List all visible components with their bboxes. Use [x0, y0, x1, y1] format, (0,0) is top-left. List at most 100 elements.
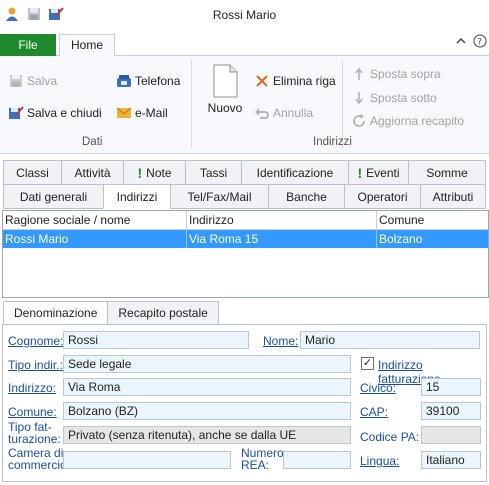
- tab-eventi[interactable]: ! Eventi: [348, 160, 408, 185]
- delete-x-icon: [254, 73, 270, 89]
- tab-somme[interactable]: Somme: [408, 160, 486, 185]
- undo-icon: [254, 105, 270, 121]
- numero-rea-label: Numero REA:: [241, 447, 284, 471]
- mail-icon: [116, 105, 132, 121]
- save-close-icon: [8, 105, 24, 121]
- cognome-label[interactable]: Cognome:: [8, 334, 63, 348]
- new-document-icon: [213, 64, 238, 98]
- aggiorna-recapito-button[interactable]: Aggiorna recapito: [351, 113, 464, 129]
- comune-label[interactable]: Comune:: [8, 405, 57, 419]
- numero-rea-field[interactable]: [283, 451, 351, 469]
- column-header-indirizzo[interactable]: Indirizzo: [187, 211, 377, 230]
- tab-row-1: Classi Attività ! Note Tassi Identificazi…: [3, 160, 486, 185]
- group-label-indirizzi: Indirizzi: [313, 136, 352, 148]
- tipo-indir-field[interactable]: Sede legale: [63, 355, 351, 373]
- inner-divider: [342, 60, 343, 148]
- indirizzo-fatturazione-checkbox[interactable]: ✓: [361, 357, 374, 370]
- tab-note-label: Note: [146, 165, 172, 180]
- help-icon[interactable]: ?: [473, 34, 487, 51]
- elimina-riga-label: Elimina riga: [273, 74, 336, 88]
- cell-comune: Bolzano: [379, 232, 423, 246]
- cap-field[interactable]: 39100: [421, 402, 481, 420]
- tab-attivita[interactable]: Attività: [61, 160, 123, 185]
- tab-recapito-postale[interactable]: Recapito postale: [107, 301, 219, 325]
- cognome-field[interactable]: Rossi: [63, 331, 249, 349]
- save-icon: [8, 73, 24, 89]
- column-header-comune[interactable]: Comune: [377, 211, 488, 230]
- tab-row-2: Dati generali Indirizzi Tel/Fax/Mail Ban…: [3, 184, 486, 209]
- tipo-fatturazione-field[interactable]: Privato (senza ritenuta), anche se dalla…: [63, 426, 351, 444]
- salva-chiudi-label: Salva e chiudi: [27, 106, 102, 120]
- cell-ragione-sociale: Rossi Mario: [3, 230, 187, 248]
- nome-label[interactable]: Nome:: [263, 334, 298, 348]
- nuovo-button[interactable]: Nuovo: [204, 64, 246, 115]
- tipo-indir-label[interactable]: Tipo indir.:: [8, 358, 63, 372]
- tab-eventi-label: Eventi: [366, 165, 400, 180]
- sposta-sopra-label: Sposta sopra: [370, 67, 441, 81]
- civico-field[interactable]: 15: [421, 378, 481, 396]
- warning-exclamation-icon: !: [137, 164, 143, 181]
- arrow-down-icon: [351, 90, 367, 106]
- cap-label[interactable]: CAP:: [360, 405, 388, 419]
- collapse-ribbon-icon[interactable]: [456, 36, 466, 49]
- email-label: e-Mail: [135, 106, 168, 120]
- tab-indirizzi[interactable]: Indirizzi: [103, 184, 170, 209]
- tab-note[interactable]: ! Note: [123, 160, 185, 185]
- annulla-label: Annulla: [273, 106, 314, 120]
- indirizzo-label[interactable]: Indirizzo:: [8, 381, 56, 395]
- elimina-riga-button[interactable]: Elimina riga: [254, 73, 336, 89]
- lingua-label[interactable]: Lingua:: [360, 454, 399, 468]
- salva-label: Salva: [27, 74, 58, 88]
- sposta-sopra-button[interactable]: Sposta sopra: [351, 66, 441, 82]
- main-panel: Classi Attività ! Note Tassi Identificazi…: [0, 155, 489, 485]
- lingua-field[interactable]: Italiano: [421, 451, 481, 469]
- camera-commercio-label: Camera di commercio:: [8, 447, 70, 471]
- numero-rea-label-line2: REA:: [241, 458, 270, 472]
- tab-tassi[interactable]: Tassi: [185, 160, 241, 185]
- salva-chiudi-button[interactable]: Salva e chiudi: [8, 105, 102, 121]
- tab-dati-generali[interactable]: Dati generali: [3, 184, 103, 209]
- civico-label[interactable]: Civico:: [360, 381, 396, 395]
- window-title: Rossi Mario: [212, 8, 277, 22]
- tab-banche[interactable]: Banche: [268, 184, 344, 209]
- table-row[interactable]: Rossi Mario Via Roma 15 Bolzano: [3, 230, 488, 248]
- sposta-sotto-label: Sposta sotto: [370, 91, 437, 105]
- tab-operatori[interactable]: Operatori: [344, 184, 420, 209]
- address-form: Cognome: Rossi Nome: Mario Tipo indir.: …: [2, 324, 487, 482]
- refresh-icon: [351, 113, 367, 129]
- sposta-sotto-button[interactable]: Sposta sotto: [351, 90, 437, 106]
- tab-identificazione[interactable]: Identificazione: [241, 160, 348, 185]
- warning-exclamation-icon: !: [357, 164, 363, 181]
- grid-header: Ragione sociale / nome Indirizzo Comune: [3, 211, 488, 230]
- telefona-button[interactable]: Telefona: [116, 73, 180, 89]
- addresses-grid[interactable]: Ragione sociale / nome Indirizzo Comune …: [2, 210, 489, 298]
- arrow-up-icon: [351, 66, 367, 82]
- email-button[interactable]: e-Mail: [116, 105, 168, 121]
- tab-file[interactable]: File: [0, 34, 56, 56]
- tab-attributi[interactable]: Attributi: [420, 184, 486, 209]
- salva-button[interactable]: Salva: [8, 73, 57, 89]
- nuovo-label: Nuovo: [207, 101, 243, 115]
- svg-text:?: ?: [477, 38, 482, 48]
- camera-commercio-label-line2: commercio:: [8, 458, 71, 472]
- group-divider: [191, 60, 192, 148]
- camera-commercio-field[interactable]: [63, 451, 231, 469]
- annulla-button[interactable]: Annulla: [254, 105, 313, 121]
- cell-indirizzo: Via Roma 15: [187, 230, 377, 248]
- codice-pa-field[interactable]: [421, 426, 481, 444]
- nome-field[interactable]: Mario: [300, 331, 480, 349]
- tab-denominazione[interactable]: Denominazione: [3, 301, 109, 325]
- tipo-fatturazione-label-line2: turazione:: [8, 432, 61, 446]
- indirizzo-field[interactable]: Via Roma: [63, 378, 351, 396]
- column-header-ragione-sociale[interactable]: Ragione sociale / nome: [3, 211, 187, 230]
- tab-classi[interactable]: Classi: [3, 160, 61, 185]
- telefona-label: Telefona: [135, 74, 181, 88]
- tab-tel-fax-mail[interactable]: Tel/Fax/Mail: [170, 184, 268, 209]
- tab-home[interactable]: Home: [59, 34, 115, 57]
- group-label-dati: Dati: [82, 136, 103, 148]
- comune-field[interactable]: Bolzano (BZ): [63, 402, 351, 420]
- phone-icon: [116, 73, 132, 89]
- tipo-fatturazione-label: Tipo fat- turazione:: [8, 421, 61, 445]
- title-bar: Rossi Mario: [0, 0, 489, 30]
- codice-pa-label: Codice PA:: [360, 430, 420, 444]
